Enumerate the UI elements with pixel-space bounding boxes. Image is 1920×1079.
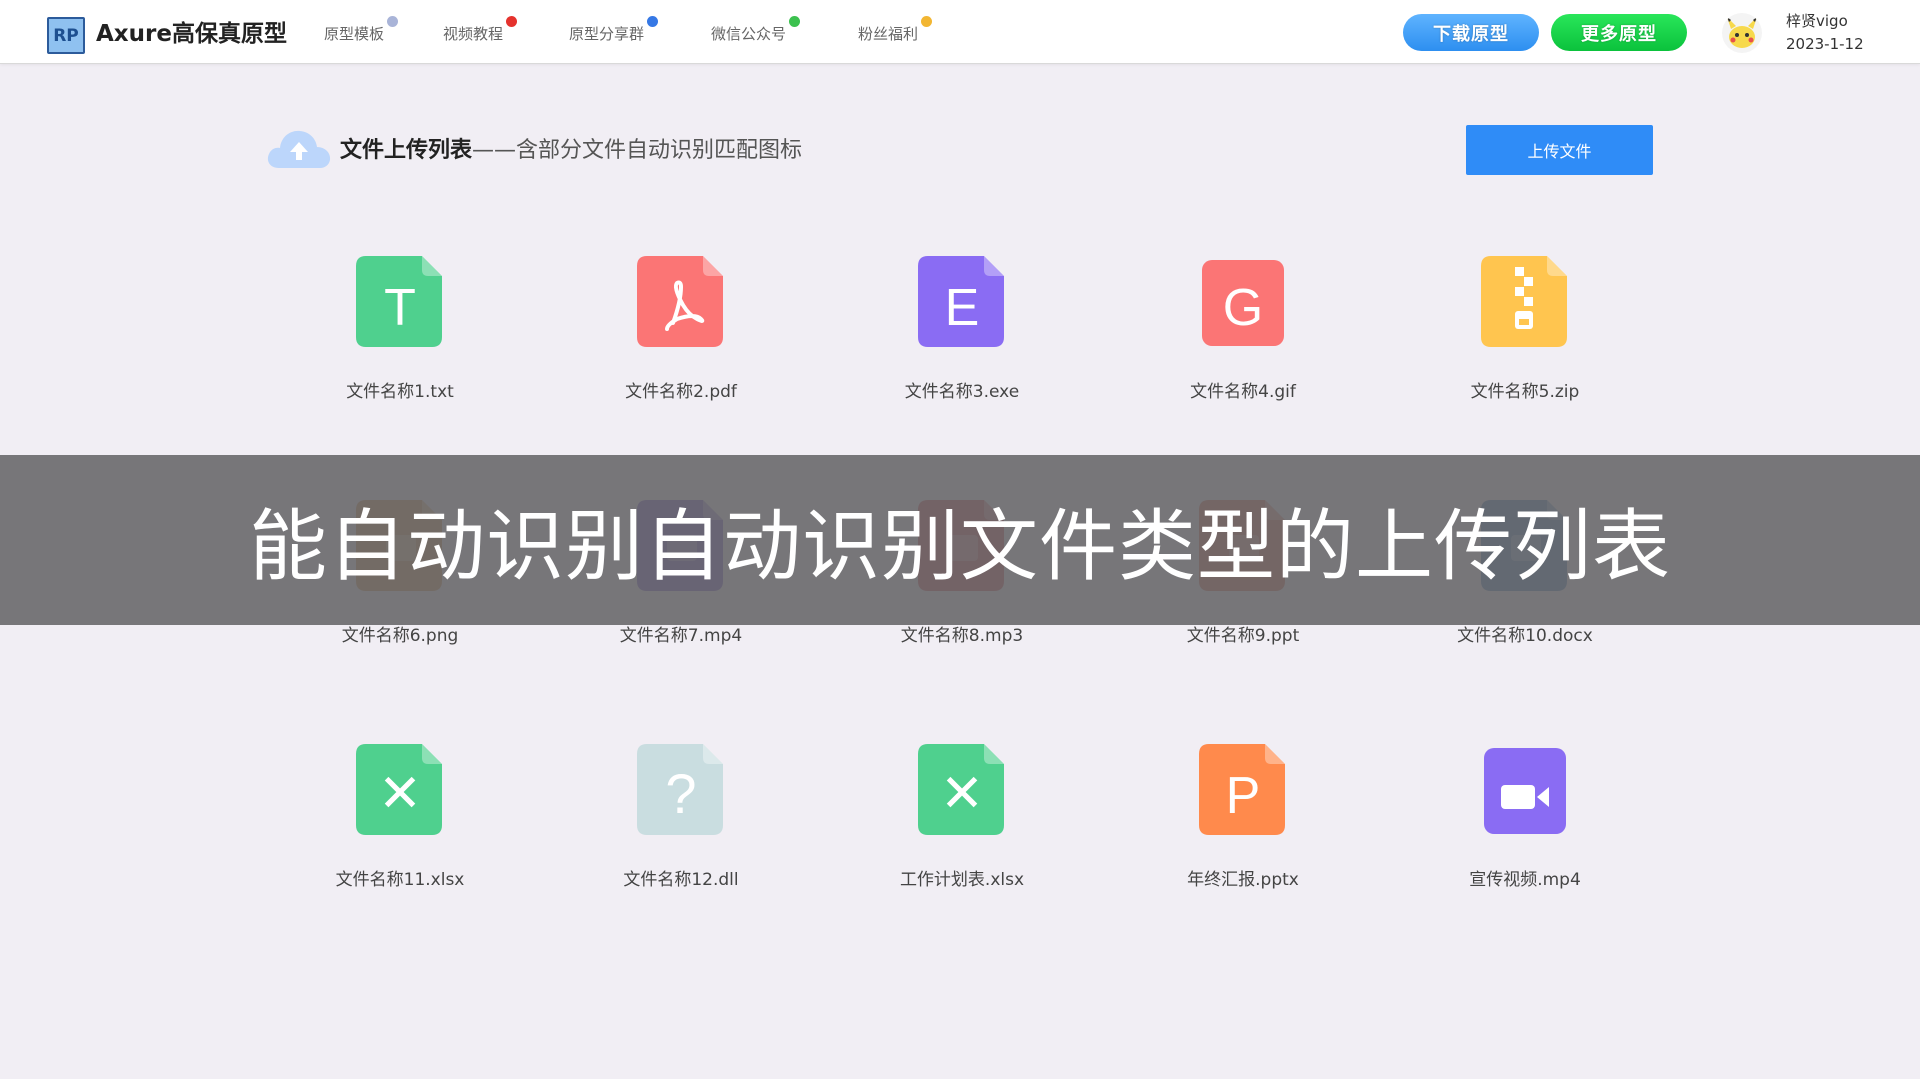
file-name: 文件名称5.zip (1470, 382, 1580, 402)
txt-file-icon: T (356, 256, 442, 347)
file-item[interactable]: G 文件名称4.gif (1133, 248, 1353, 418)
file-name: 文件名称4.gif (1190, 382, 1296, 402)
file-item[interactable]: 文件名称2.pdf (571, 248, 791, 418)
file-name: 文件名称11.xlsx (335, 870, 465, 890)
file-name: 年终汇报.pptx (1187, 870, 1299, 890)
banner-caption: 能自动识别自动识别文件类型的上传列表 (248, 502, 1671, 592)
file-name: 文件名称3.exe (904, 382, 1020, 402)
pptx-file-icon: P (1199, 744, 1285, 835)
file-item[interactable]: ✕ 文件名称11.xlsx (290, 736, 510, 906)
rp-logo-icon[interactable]: RP (47, 17, 85, 54)
xlsx-file-icon: ✕ (918, 744, 1004, 835)
exe-file-icon: E (918, 256, 1004, 347)
pdf-file-icon (637, 256, 723, 347)
file-name: 文件名称2.pdf (625, 382, 737, 402)
file-item[interactable]: T 文件名称1.txt (290, 248, 510, 418)
file-item[interactable]: 宣传视频.mp4 (1415, 736, 1635, 906)
svg-text:E: E (945, 279, 980, 337)
apple-icon (506, 16, 518, 27)
nav-item-templates[interactable]: 原型模板 (324, 16, 399, 46)
file-name: 文件名称12.dll (623, 870, 739, 890)
xlsx-file-icon: ✕ (356, 744, 442, 835)
verified-icon (647, 16, 659, 27)
section-subtitle: ——含部分文件自动识别匹配图标 (472, 138, 803, 163)
file-item[interactable]: ✕ 工作计划表.xlsx (852, 736, 1072, 906)
top-navbar: RP Axure高保真原型 原型模板 视频教程 原型分享群 微信公众号 粉丝福利… (0, 0, 1920, 64)
page: RP Axure高保真原型 原型模板 视频教程 原型分享群 微信公众号 粉丝福利… (0, 0, 1920, 1079)
file-name: 工作计划表.xlsx (899, 870, 1025, 890)
nav-label: 粉丝福利 (858, 25, 919, 43)
svg-text:G: G (1223, 279, 1263, 337)
wechat-icon (789, 16, 801, 27)
nav-label: 视频教程 (443, 25, 504, 43)
avatar[interactable] (1722, 13, 1762, 53)
svg-text:✕: ✕ (378, 765, 422, 823)
current-date: 2023-1-12 (1786, 35, 1864, 53)
badge-icon (387, 16, 399, 27)
section-title: 文件上传列表 (340, 138, 473, 163)
gif-file-icon: G (1202, 260, 1284, 346)
file-item[interactable]: ? 文件名称12.dll (571, 736, 791, 906)
nav-item-wechat[interactable]: 微信公众号 (711, 16, 801, 46)
pikachu-avatar-icon (1727, 17, 1757, 48)
nav-label: 原型模板 (324, 25, 385, 43)
gift-icon (921, 16, 933, 27)
svg-text:?: ? (665, 762, 696, 825)
user-name: 梓贤vigo (1786, 12, 1848, 30)
zip-file-icon (1481, 256, 1567, 347)
page-title: 文件上传列表——含部分文件自动识别匹配图标 (340, 136, 802, 166)
file-name: 宣传视频.mp4 (1469, 870, 1581, 890)
more-prototypes-button[interactable]: 更多原型 (1551, 14, 1687, 51)
cloud-upload-icon (267, 130, 331, 168)
nav-item-fan-benefits[interactable]: 粉丝福利 (858, 16, 933, 46)
caption-banner: 能自动识别自动识别文件类型的上传列表 (0, 455, 1920, 625)
svg-text:✕: ✕ (940, 765, 984, 823)
nav-item-videos[interactable]: 视频教程 (443, 16, 518, 46)
svg-text:T: T (384, 279, 416, 337)
upload-file-button[interactable]: 上传文件 (1466, 125, 1653, 175)
file-item[interactable]: 文件名称5.zip (1415, 248, 1635, 418)
nav-item-share-group[interactable]: 原型分享群 (569, 16, 659, 46)
unknown-file-icon: ? (637, 744, 723, 835)
brand-title[interactable]: Axure高保真原型 (96, 19, 287, 49)
file-item[interactable]: E 文件名称3.exe (852, 248, 1072, 418)
file-item[interactable]: P 年终汇报.pptx (1133, 736, 1353, 906)
file-name: 文件名称1.txt (346, 382, 454, 402)
video-file-icon (1484, 748, 1566, 834)
nav-label: 微信公众号 (711, 25, 787, 43)
nav-label: 原型分享群 (569, 25, 645, 43)
download-prototype-button[interactable]: 下载原型 (1403, 14, 1539, 51)
svg-text:P: P (1226, 767, 1261, 825)
